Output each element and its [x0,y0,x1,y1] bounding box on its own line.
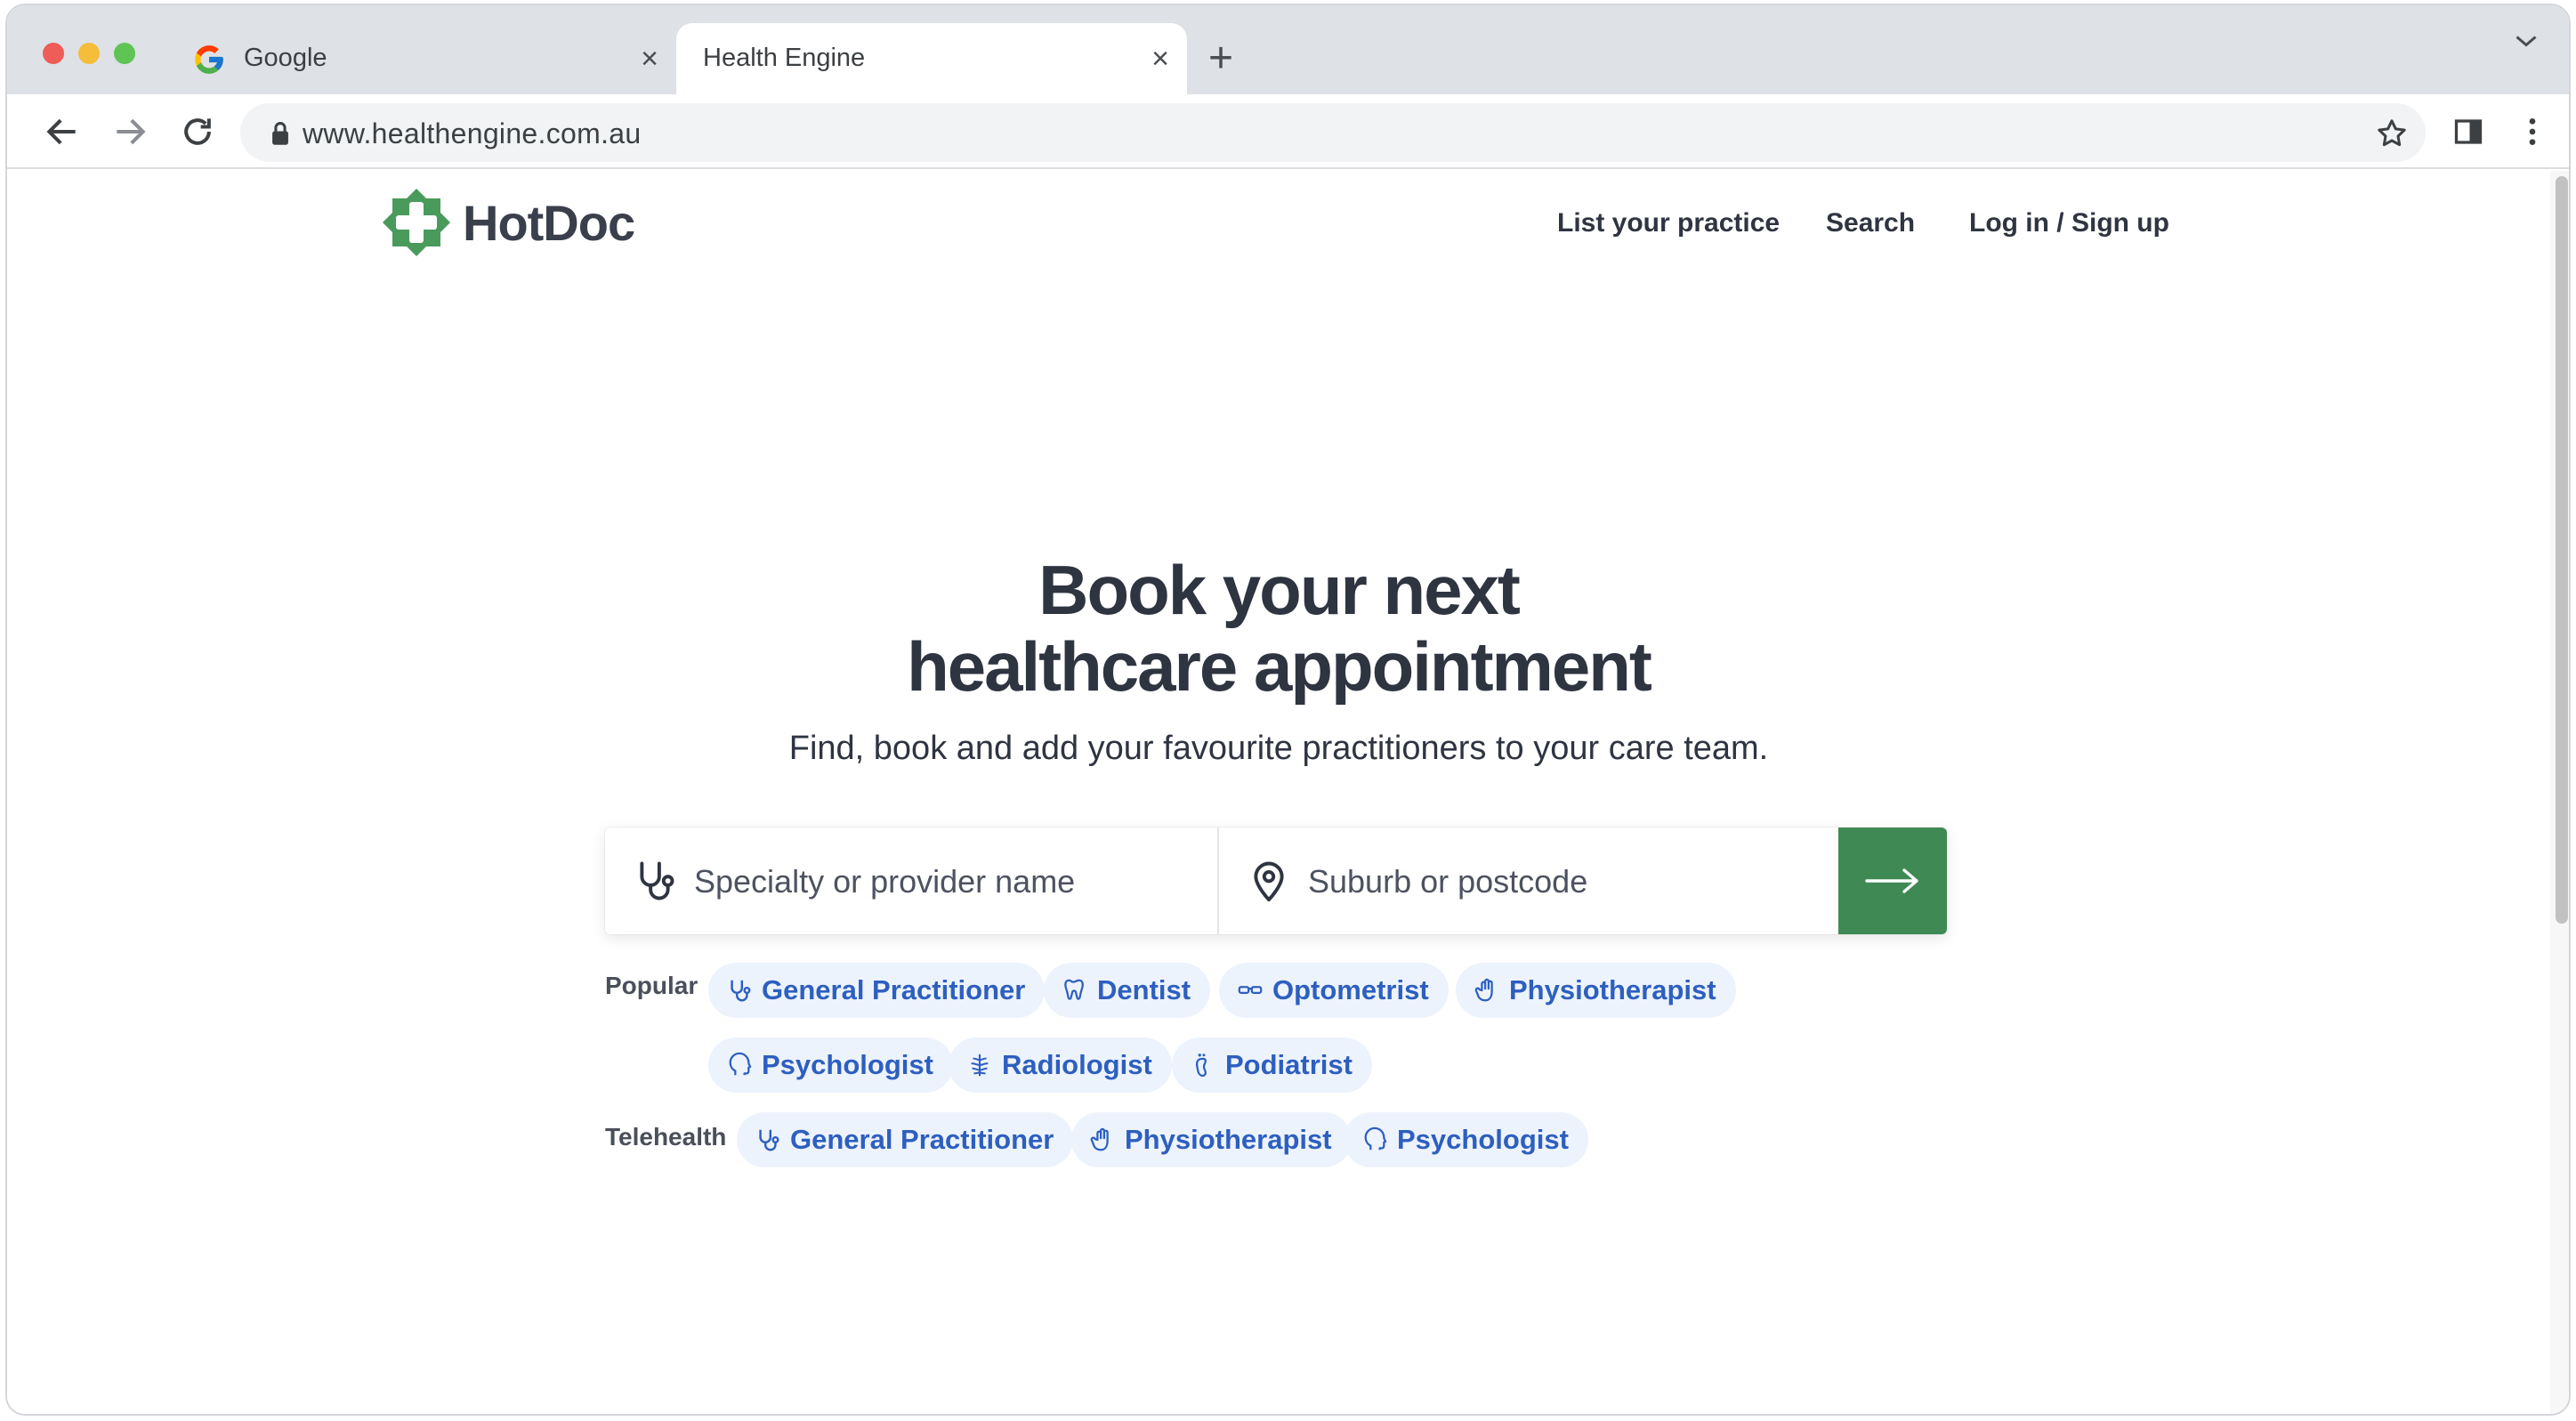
tooth-icon [1064,979,1084,1000]
chip-label: General Practitioner [762,974,1026,1005]
close-window-button[interactable] [43,43,64,64]
telehealth-label: Telehealth [605,1123,727,1151]
tab-close-icon[interactable]: × [634,43,666,75]
stethoscope-icon [640,861,674,900]
browser-window: Google × Health Engine × + www.healtheng… [5,4,2571,1416]
bookmark-star-icon[interactable] [2374,116,2410,151]
glasses-icon [1238,986,1263,994]
hero-title-line-1: Book your next [1038,551,1521,629]
ribcage-icon [971,1054,989,1077]
google-g-icon [195,45,223,74]
chip-label: Radiologist [1002,1049,1152,1080]
maximize-window-button[interactable] [114,43,135,64]
popular-label: Popular [605,972,699,999]
specialty-input[interactable] [694,860,1192,904]
address-bar[interactable]: www.healthengine.com.au [240,103,2426,162]
chip-telehealth-physiotherapist[interactable]: Physiotherapist [1071,1112,1352,1167]
chip-dentist[interactable]: Dentist [1044,963,1211,1018]
chip-label: Psychologist [1397,1124,1569,1155]
hand-icon [1474,978,1493,1002]
head-icon [729,1052,752,1076]
chip-optometrist[interactable]: Optometrist [1219,963,1449,1018]
search-submit-button[interactable] [1838,828,1947,934]
nav-search[interactable]: Search [1826,208,1915,238]
brand-name: HotDoc [463,194,635,251]
chip-label: Physiotherapist [1509,974,1716,1005]
map-pin-icon [1254,861,1284,902]
tab-google[interactable]: Google × [169,23,676,94]
scrollbar-thumb[interactable] [2556,176,2568,924]
lock-icon [272,122,288,145]
chip-physiotherapist[interactable]: Physiotherapist [1456,963,1736,1018]
chip-telehealth-psychologist[interactable]: Psychologist [1344,1112,1588,1167]
reload-icon[interactable] [178,112,217,151]
chip-label: Physiotherapist [1125,1124,1332,1155]
arrow-right-icon [1865,868,1918,893]
tab-title: Google [244,44,327,72]
location-input[interactable] [1308,860,1806,904]
hero-title: Book your next healthcare appointment [7,552,2550,705]
more-menu-icon[interactable] [2515,114,2550,149]
search-form [605,828,1947,934]
tab-title: Health Engine [703,44,866,72]
forward-arrow-icon[interactable] [110,112,149,151]
nav-list-your-practice[interactable]: List your practice [1557,208,1780,238]
chip-label: General Practitioner [790,1124,1054,1155]
foot-icon [1195,1054,1207,1078]
hero-subtitle: Find, book and add your favourite practi… [788,730,1769,767]
chip-label: Dentist [1097,974,1191,1005]
specialty-field[interactable] [605,828,1219,934]
page-content: HotDoc List your practice Search Log in … [7,171,2550,1414]
page-scrollbar[interactable] [2550,171,2569,1414]
chip-label: Optometrist [1272,974,1429,1005]
location-field[interactable] [1219,828,1833,934]
stethoscope-icon [731,980,751,1002]
back-arrow-icon[interactable] [43,112,82,151]
chip-podiatrist[interactable]: Podiatrist [1172,1037,1372,1093]
chip-label: Podiatrist [1225,1049,1353,1080]
chip-telehealth-general-practitioner[interactable]: General Practitioner [737,1112,1074,1167]
minimize-window-button[interactable] [78,43,100,64]
hotdoc-logo[interactable]: HotDoc [381,187,635,258]
chip-radiologist[interactable]: Radiologist [949,1037,1172,1093]
chip-general-practitioner[interactable]: General Practitioner [708,963,1046,1018]
browser-toolbar: www.healthengine.com.au [7,94,2569,169]
url-text: www.healthengine.com.au [303,117,642,149]
hand-icon [1090,1127,1109,1151]
tab-strip: Google × Health Engine × + [7,5,2569,94]
medical-cross-logo-icon [383,189,450,256]
chip-psychologist[interactable]: Psychologist [708,1037,953,1093]
chevron-down-icon[interactable] [2510,25,2542,57]
new-tab-plus-icon[interactable]: + [1199,37,1242,82]
stethoscope-icon [759,1129,779,1151]
chip-label: Psychologist [762,1049,933,1080]
nav-login-signup[interactable]: Log in / Sign up [1969,208,2169,238]
tab-health-engine[interactable]: Health Engine × [676,23,1187,94]
head-icon [1364,1126,1387,1151]
side-panel-icon[interactable] [2452,116,2484,148]
hero-title-line-2: healthcare appointment [907,627,1652,706]
tab-close-icon[interactable]: × [1144,43,1176,75]
